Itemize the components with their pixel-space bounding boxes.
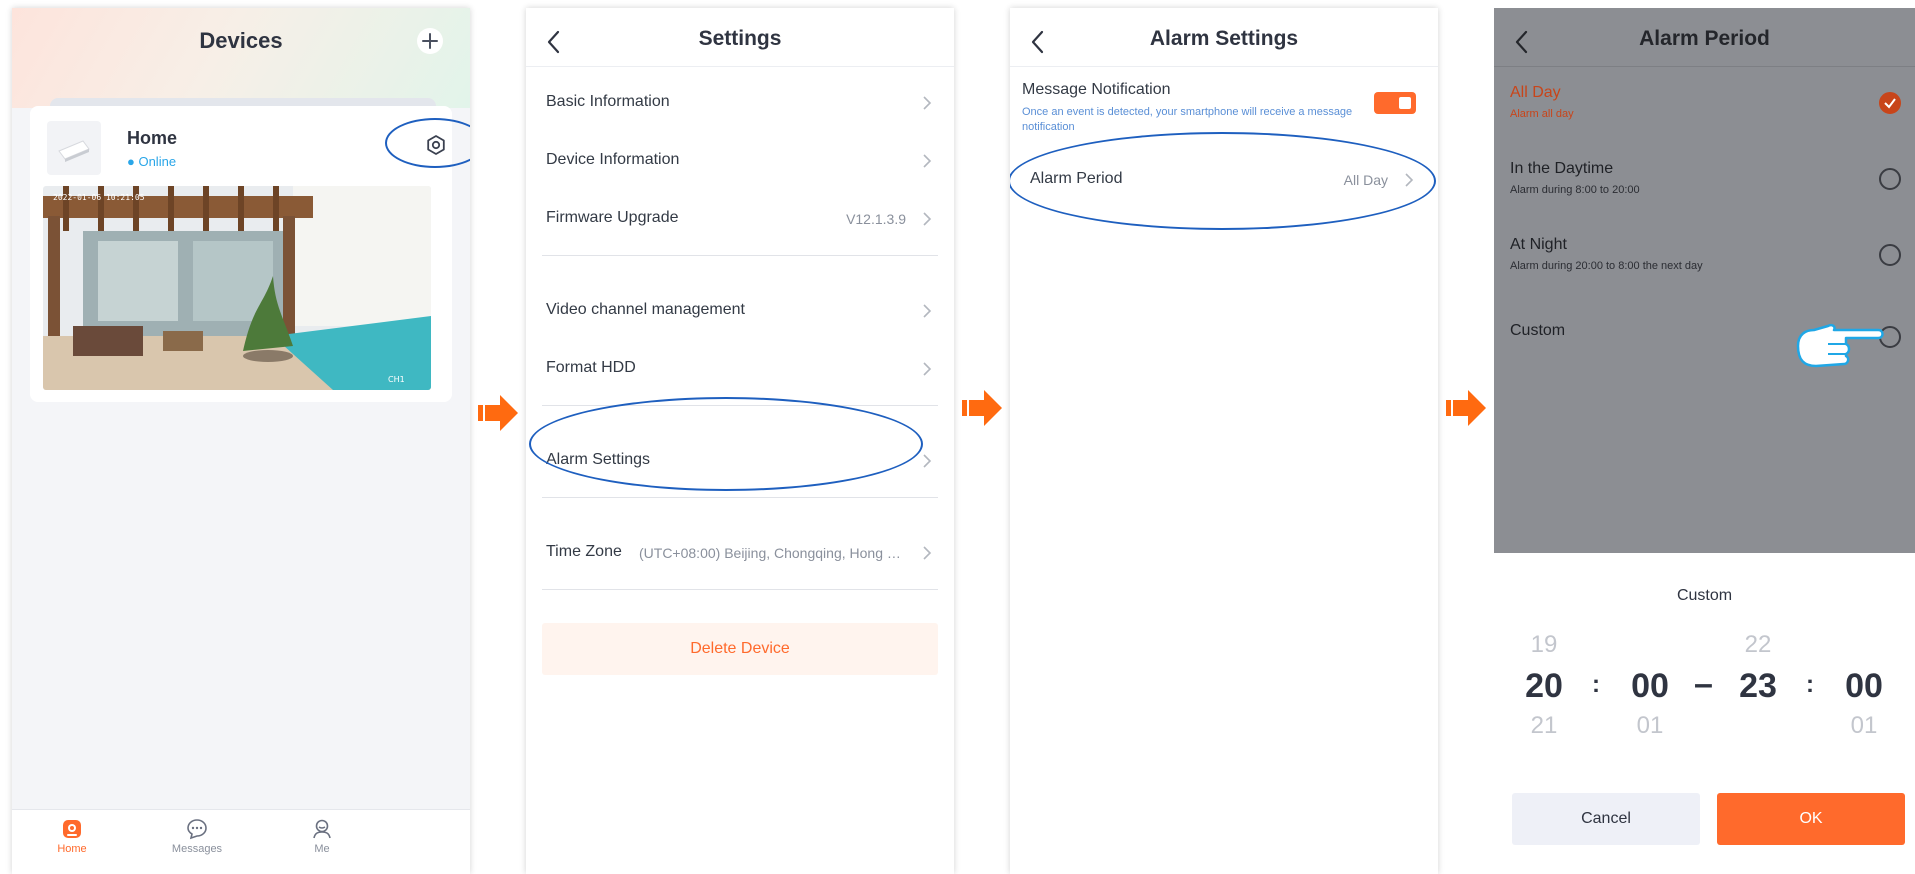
device-thumbnail	[47, 121, 101, 175]
divider	[542, 497, 938, 498]
option-all-day[interactable]: All Day Alarm all day	[1494, 84, 1915, 144]
device-card[interactable]: Home ● Online 2022-01-06 10:21:05 CH1	[30, 106, 470, 402]
settings-screen: Settings Basic Information Device Inform…	[526, 8, 954, 874]
next-step-arrow-icon	[962, 390, 1002, 426]
start-hour-wheel[interactable]: 19 20 21	[1514, 631, 1574, 740]
end-minute-wheel[interactable]: 00 01	[1834, 631, 1894, 740]
next-step-arrow-icon	[478, 395, 518, 431]
firmware-version: V12.1.3.9	[846, 211, 906, 227]
message-notification-toggle[interactable]	[1374, 92, 1416, 114]
device-name: Home	[127, 128, 178, 148]
radio-icon[interactable]	[1879, 244, 1901, 266]
pointing-hand-icon	[1796, 323, 1884, 368]
tab-messages[interactable]: Messages	[147, 818, 247, 855]
chevron-right-icon	[923, 304, 932, 318]
ok-button[interactable]: OK	[1717, 793, 1905, 845]
time-zone-value: (UTC+08:00) Beijing, Chongqing, Hong Kon…	[639, 545, 905, 561]
delete-device-button[interactable]: Delete Device	[542, 623, 938, 675]
start-minute-wheel[interactable]: 00 01	[1620, 631, 1680, 740]
alarm-period-screen: Alarm Period All Day Alarm all day In th…	[1494, 8, 1915, 874]
chevron-right-icon	[923, 454, 932, 468]
page-title: Settings	[698, 27, 782, 50]
settings-row-basic-information[interactable]: Basic Information	[526, 82, 954, 122]
svg-text:CH1: CH1	[388, 375, 405, 384]
me-tab-icon	[313, 819, 331, 839]
next-step-arrow-icon	[1446, 390, 1486, 426]
chevron-right-icon	[923, 362, 932, 376]
alarm-settings-screen: Alarm Settings Message Notification Once…	[1010, 8, 1438, 874]
tab-me[interactable]: Me	[272, 818, 372, 855]
chevron-right-icon	[923, 212, 932, 226]
settings-row-firmware-upgrade[interactable]: Firmware Upgrade V12.1.3.9	[526, 198, 954, 238]
time-colon: :	[1592, 671, 1600, 698]
tab-bar: Home Messages Me	[12, 809, 470, 874]
highlight-oval	[385, 118, 470, 168]
sheet-title: Custom	[1676, 587, 1733, 604]
time-colon: :	[1806, 671, 1814, 698]
message-notification-label: Message Notification	[1022, 81, 1171, 98]
chevron-right-icon	[923, 154, 932, 168]
custom-time-sheet: Custom 19 20 21 : 00 01 – 22 23 : 00 01 …	[1494, 553, 1915, 874]
page-title: Alarm Settings	[1149, 27, 1299, 50]
page-title: Devices	[199, 28, 283, 53]
settings-row-device-information[interactable]: Device Information	[526, 140, 954, 180]
radio-checked-icon[interactable]	[1879, 92, 1901, 114]
time-range-dash: –	[1694, 665, 1713, 703]
highlight-oval	[1010, 132, 1436, 230]
tab-home[interactable]: Home	[22, 818, 122, 855]
status-badge: ● Online	[127, 154, 177, 169]
radio-icon[interactable]	[1879, 168, 1901, 190]
devices-screen: Devices Home ● Online 2022-01-06 10:21:0…	[12, 8, 470, 874]
camera-preview-image[interactable]: 2022-01-06 10:21:05 CH1	[43, 186, 431, 390]
svg-text:2022-01-06 10:21:05: 2022-01-06 10:21:05	[53, 193, 145, 202]
camera-icon	[58, 140, 90, 162]
cancel-button[interactable]: Cancel	[1512, 793, 1700, 845]
divider	[542, 255, 938, 256]
chevron-right-icon	[923, 96, 932, 110]
option-in-the-daytime[interactable]: In the Daytime Alarm during 8:00 to 20:0…	[1494, 160, 1915, 220]
settings-row-video-channel-management[interactable]: Video channel management	[526, 290, 954, 330]
add-device-icon[interactable]	[416, 27, 444, 55]
page-title: Alarm Period	[1639, 27, 1770, 50]
settings-topbar: Settings	[526, 8, 954, 67]
settings-row-format-hdd[interactable]: Format HDD	[526, 348, 954, 388]
message-notification-description: Once an event is detected, your smartpho…	[1022, 106, 1353, 133]
alarm-period-topbar: Alarm Period	[1494, 8, 1915, 67]
highlight-oval	[529, 397, 923, 491]
alarm-settings-topbar: Alarm Settings	[1010, 8, 1438, 67]
messages-tab-icon	[187, 819, 207, 840]
devices-header: Devices	[12, 8, 470, 108]
option-at-night[interactable]: At Night Alarm during 20:00 to 8:00 the …	[1494, 236, 1915, 296]
end-hour-wheel[interactable]: 22 23	[1728, 631, 1788, 740]
settings-row-time-zone[interactable]: Time Zone (UTC+08:00) Beijing, Chongqing…	[526, 532, 954, 572]
divider	[542, 589, 938, 590]
home-tab-icon	[63, 820, 81, 838]
chevron-right-icon	[923, 546, 932, 560]
dimmed-overlay[interactable]: Alarm Period All Day Alarm all day In th…	[1494, 8, 1915, 553]
